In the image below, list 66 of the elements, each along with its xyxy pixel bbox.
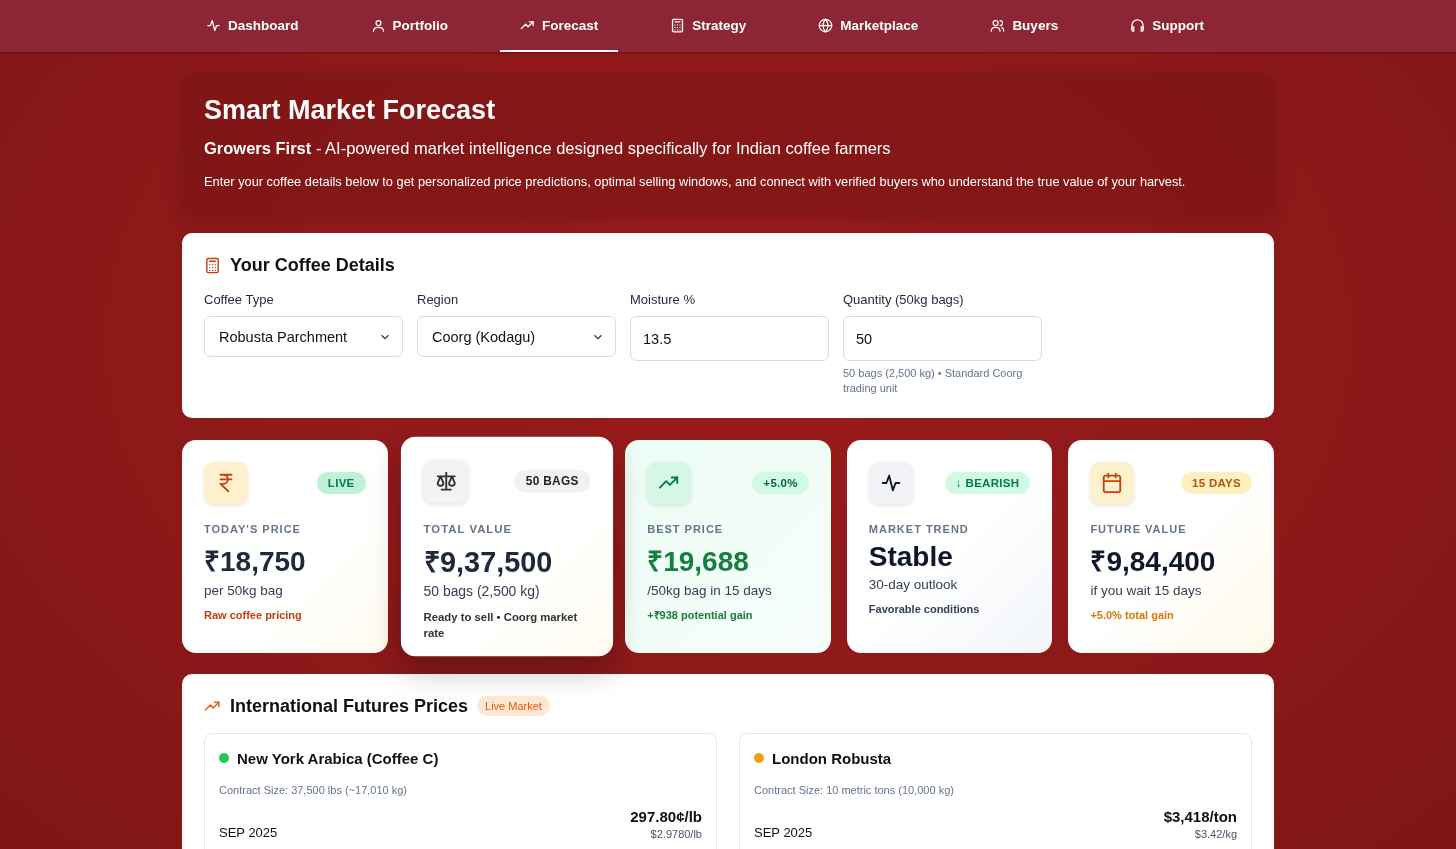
user-icon (370, 17, 386, 33)
hero-description: Enter your coffee details below to get personalized price predictions, optimal selling windows, and connect with verified buyers who understand the true value of your harvest. (204, 174, 1187, 189)
hero-subtitle: Growers First - AI-powered market intelligence designed specifically for Indian coffee farmers (204, 139, 892, 158)
nav-tab[interactable]: Buyers (970, 0, 1079, 52)
stat-label: FUTURE VALUE (1090, 522, 1188, 535)
stat-value: ₹9,37,500 (423, 544, 553, 580)
stat-note: +₹938 potential gain (647, 607, 754, 623)
stat-badge: 50 BAGS (514, 469, 590, 493)
field-hint: 50 bags (2,500 kg) • Standard Coorg trading unit (843, 366, 1024, 396)
stat-label: MARKET TREND (868, 522, 970, 535)
calculator-icon (204, 257, 221, 274)
nav-tab[interactable]: Strategy (650, 0, 767, 52)
live-badge: Live Market (477, 696, 550, 717)
stat-badge: ↓ BEARISH (945, 471, 1031, 494)
contract-size: Contract Size: 10 metric tons (10,000 kg) (754, 783, 955, 796)
stat-value: ₹19,688 (647, 544, 750, 579)
nav-tab[interactable]: Dashboard (186, 0, 319, 52)
stat-subtitle: 50 bags (2,500 kg) (423, 583, 541, 600)
contract-month: SEP 2025 (754, 824, 813, 840)
stat-subtitle: if you wait 15 days (1090, 582, 1203, 598)
select-field[interactable]: Robusta Parchment (204, 316, 403, 357)
section-title: International Futures Prices (230, 695, 469, 717)
field-label: Moisture % (630, 292, 697, 307)
stat-badge: LIVE (316, 471, 366, 494)
stat-label: TOTAL VALUE (423, 522, 513, 535)
stat-label: TODAY'S PRICE (204, 522, 302, 535)
nav-tab[interactable]: Forecast (500, 0, 619, 52)
unit-price: $3.42/kg (1193, 827, 1237, 840)
hero-title: Smart Market Forecast (204, 95, 497, 126)
stat-label: BEST PRICE (647, 522, 725, 535)
stat-subtitle: per 50kg bag (204, 582, 284, 598)
unit-price: $2.9780/lb (649, 827, 702, 840)
contract-month: SEP 2025 (219, 824, 278, 840)
select-field[interactable]: Coorg (Kodagu) (417, 316, 616, 357)
nav-tab[interactable]: Portfolio (350, 0, 468, 52)
stat-value: ₹18,750 (204, 544, 307, 579)
stat-value: Stable (868, 540, 954, 573)
input-field[interactable]: 13.5 (630, 316, 829, 361)
stat-subtitle: /50kg bag in 15 days (647, 582, 773, 598)
calculator-icon (670, 17, 686, 33)
stat-note: Ready to sell • Coorg market rate (423, 609, 578, 641)
market-name: London Robusta (772, 749, 892, 767)
stat-badge: +5.0% (752, 471, 809, 494)
market-price: 297.80¢/lb (630, 807, 702, 825)
field-label: Coffee Type (204, 292, 275, 307)
stat-note: +5.0% total gain (1090, 607, 1175, 623)
nav-tab[interactable]: Marketplace (798, 0, 939, 52)
field-label: Region (417, 292, 460, 307)
headset-icon (1130, 17, 1146, 33)
pulse-icon (206, 17, 221, 33)
field-label: Quantity (50kg bags) (843, 292, 965, 307)
scale-icon (434, 469, 458, 493)
globe-icon (818, 17, 834, 33)
section-title: Your Coffee Details (230, 255, 395, 276)
calendar-icon (1101, 471, 1124, 494)
stat-note: Raw coffee pricing (204, 607, 303, 623)
users-icon (990, 17, 1006, 33)
market-name: New York Arabica (Coffee C) (237, 749, 439, 767)
stat-subtitle: 30-day outlook (868, 576, 959, 592)
input-field[interactable]: 50 (843, 316, 1042, 361)
contract-size: Contract Size: 37,500 lbs (~17,010 kg) (219, 783, 409, 796)
stat-value: ₹9,84,400 (1090, 544, 1217, 579)
stat-note: Favorable conditions (868, 601, 981, 617)
stat-badge: 15 DAYS (1181, 471, 1252, 494)
market-price: $3,418/ton (1163, 807, 1237, 825)
nav-tab[interactable]: Support (1110, 0, 1224, 52)
